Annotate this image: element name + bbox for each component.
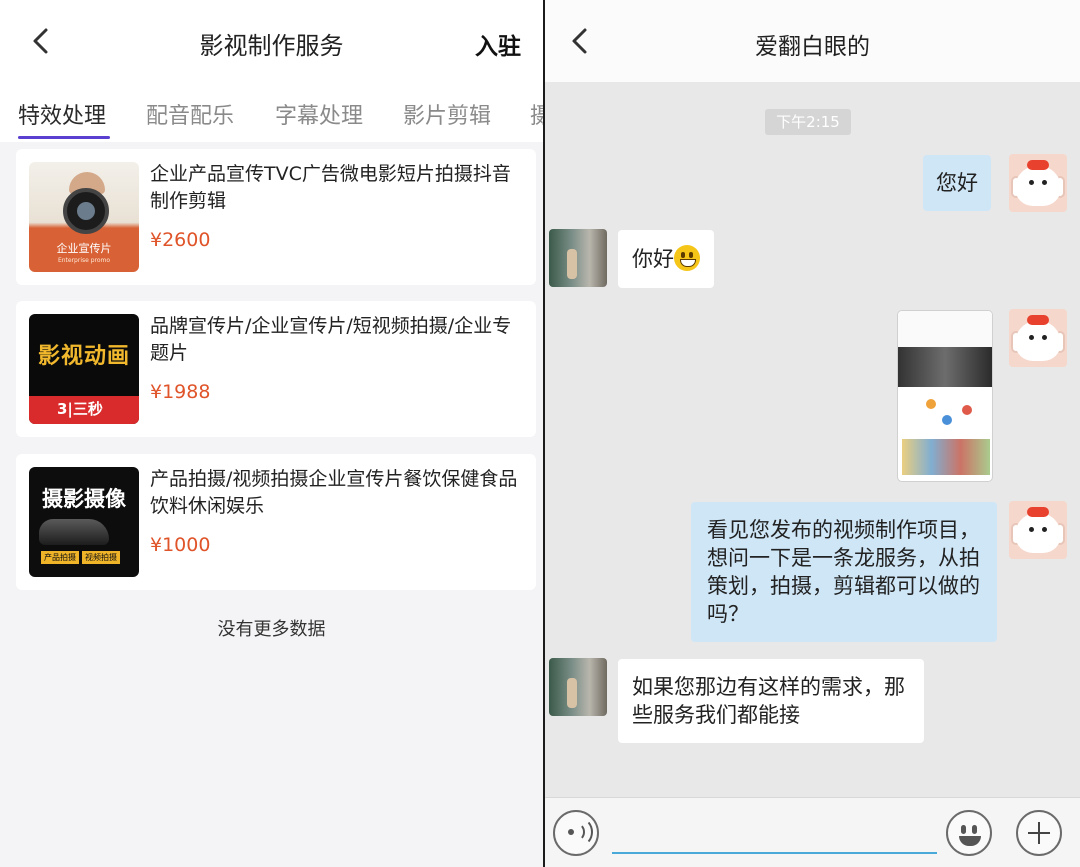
chat-input-bar — [545, 797, 1080, 867]
thumbnail-sublabel: Enterprise promo — [57, 257, 111, 264]
image-message[interactable] — [897, 310, 993, 482]
screenshot-icon — [942, 415, 952, 425]
car-image — [39, 519, 109, 545]
brand-logo: 3|三秒 — [57, 400, 103, 418]
page-title: 影视制作服务 — [199, 32, 344, 60]
product-title: 产品拍摄/视频拍摄企业宣传片餐饮保健食品饮料休闲娱乐 — [150, 468, 518, 517]
avatar-bow — [1027, 507, 1049, 517]
tab-dubbing[interactable]: 配音配乐 — [146, 98, 234, 130]
message-text: 您好 — [936, 171, 978, 195]
message-input[interactable] — [612, 852, 937, 854]
message-text: 你好 — [632, 247, 674, 271]
contact-avatar[interactable] — [549, 658, 607, 716]
product-card[interactable]: 企业宣传片 Enterprise promo 企业产品宣传TVC广告微电影短片拍… — [16, 149, 536, 285]
voice-wave — [569, 818, 593, 846]
tab-effects[interactable]: 特效处理 — [18, 98, 106, 130]
tab-subtitles[interactable]: 字幕处理 — [275, 98, 363, 130]
my-avatar[interactable] — [1009, 309, 1067, 367]
emoji-eye — [972, 825, 977, 834]
message-text: 看见您发布的视频制作项目，想问一下是一条龙服务，从拍策划，拍摄，剪辑都可以做的吗… — [707, 518, 980, 626]
chat-header: 爱翻白眼的 — [545, 0, 1080, 82]
screenshot-icon — [926, 399, 936, 409]
my-message-bubble[interactable]: 看见您发布的视频制作项目，想问一下是一条龙服务，从拍策划，拍摄，剪辑都可以做的吗… — [691, 502, 997, 642]
camera-icon — [63, 188, 109, 234]
tab-editing[interactable]: 影片剪辑 — [403, 98, 491, 130]
product-thumbnail: 影视动画 3|三秒 — [29, 314, 139, 424]
thumbnail-tag: 视频拍摄 — [82, 551, 120, 564]
my-avatar[interactable] — [1009, 154, 1067, 212]
my-message-bubble[interactable]: 您好 — [923, 155, 991, 211]
product-thumbnail: 摄影摄像 产品拍摄 视频拍摄 — [29, 467, 139, 577]
product-title: 品牌宣传片/企业宣传片/短视频拍摄/企业专题片 — [150, 315, 512, 364]
active-tab-indicator — [18, 136, 110, 139]
avatar-eye — [1029, 527, 1034, 532]
avatar-eye — [1029, 180, 1034, 185]
product-card[interactable]: 影视动画 3|三秒 品牌宣传片/企业宣传片/短视频拍摄/企业专题片 ¥1988 — [16, 301, 536, 437]
service-list-screen: 影视制作服务 入驻 特效处理 配音配乐 字幕处理 影片剪辑 摄 企业宣传片 En… — [0, 0, 543, 867]
chat-screen: 爱翻白眼的 下午2:15 您好 你好 看见您发布的视频制作项目，想问一下是一条龙… — [545, 0, 1080, 867]
chat-contact-name: 爱翻白眼的 — [755, 34, 870, 60]
product-price: ¥1988 — [150, 381, 211, 403]
voice-icon[interactable] — [553, 810, 599, 856]
message-timestamp: 下午2:15 — [765, 109, 851, 135]
product-card[interactable]: 摄影摄像 产品拍摄 视频拍摄 产品拍摄/视频拍摄企业宣传片餐饮保健食品饮料休闲娱乐… — [16, 454, 536, 590]
avatar-head — [1015, 321, 1061, 361]
contact-avatar[interactable] — [549, 229, 607, 287]
avatar-eye — [1042, 335, 1047, 340]
screenshot-header — [898, 311, 992, 347]
tab-shooting[interactable]: 摄 — [530, 98, 543, 130]
plus-icon[interactable] — [1016, 810, 1062, 856]
contact-message-bubble[interactable]: 如果您那边有这样的需求，那些服务我们都能接 — [618, 659, 924, 743]
grin-emoji-icon — [674, 245, 700, 271]
avatar-person — [567, 678, 577, 708]
thumbnail-label: 企业宣传片 — [56, 242, 112, 255]
emoji-eye — [961, 825, 966, 834]
product-thumbnail: 企业宣传片 Enterprise promo — [29, 162, 139, 272]
avatar-bow — [1027, 315, 1049, 325]
screenshot-icon — [962, 405, 972, 415]
thumbnail-tag: 产品拍摄 — [41, 551, 79, 564]
emoji-icon[interactable] — [946, 810, 992, 856]
left-header: 影视制作服务 入驻 — [0, 0, 543, 82]
product-price: ¥2600 — [150, 229, 211, 251]
avatar-eye — [1042, 527, 1047, 532]
product-title: 企业产品宣传TVC广告微电影短片拍摄抖音制作剪辑 — [150, 163, 511, 212]
thumbnail-label: 影视动画 — [37, 344, 130, 369]
contact-message-bubble[interactable]: 你好 — [618, 230, 714, 288]
emoji-mouth — [959, 836, 981, 846]
screenshot-strip — [902, 439, 990, 475]
avatar-bow — [1027, 160, 1049, 170]
category-tabs: 特效处理 配音配乐 字幕处理 影片剪辑 摄 — [0, 82, 543, 142]
no-more-data-text: 没有更多数据 — [217, 619, 326, 640]
avatar-head — [1015, 513, 1061, 553]
my-avatar[interactable] — [1009, 501, 1067, 559]
avatar-head — [1015, 166, 1061, 206]
screenshot-banner — [898, 347, 992, 387]
thumbnail-label: 摄影摄像 — [42, 487, 126, 511]
join-button[interactable]: 入驻 — [475, 27, 521, 61]
thumbnail-tags: 产品拍摄 视频拍摄 — [41, 551, 123, 564]
avatar-eye — [1029, 335, 1034, 340]
message-text: 如果您那边有这样的需求，那些服务我们都能接 — [632, 675, 905, 727]
plus-stroke — [1038, 822, 1040, 844]
avatar-person — [567, 249, 577, 279]
product-price: ¥1000 — [150, 534, 211, 556]
avatar-eye — [1042, 180, 1047, 185]
